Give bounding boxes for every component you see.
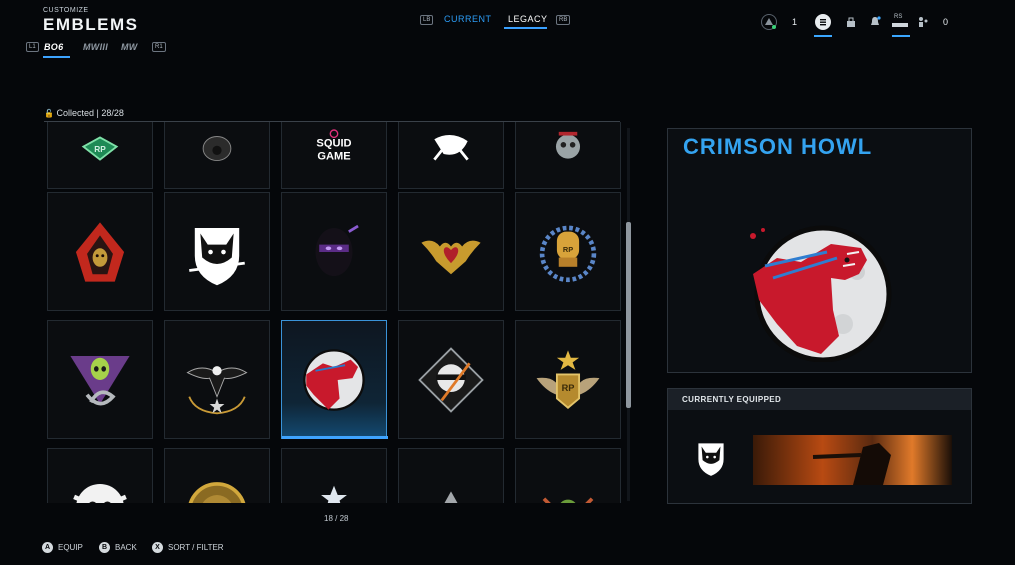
star-wings-icon (321, 485, 347, 503)
party-count: 0 (943, 17, 949, 27)
l1-hint: L1 (26, 42, 39, 52)
crimson-howl-large-icon (750, 225, 892, 363)
emblem-tile-star-wings[interactable] (281, 448, 387, 503)
legacy-tab-indicator (504, 27, 547, 29)
tab-current[interactable]: CURRENT (444, 14, 492, 24)
game-tab-indicator (43, 56, 70, 58)
profile-card-icon[interactable] (892, 23, 908, 27)
lb-hint: LB (420, 15, 434, 25)
skull-crown-icon (555, 131, 581, 159)
sort-filter-label: SORT / FILTER (168, 543, 224, 552)
emblem-tile-rp-badge-green[interactable]: RP (47, 122, 153, 189)
lock-icon: 🔓 (44, 109, 54, 118)
sort-filter-action[interactable]: X SORT / FILTER (152, 542, 224, 553)
hooded-reaper-icon (75, 221, 125, 282)
green-crest-icon (542, 496, 594, 503)
equipped-calling-card[interactable] (753, 435, 952, 485)
emblem-tile-green-crest[interactable] (515, 448, 621, 503)
equipped-emblem[interactable] (690, 436, 732, 478)
grey-shard-icon (444, 490, 458, 503)
rb-hint: RB (556, 15, 571, 25)
boxing-glove-rp-icon: RP (539, 225, 597, 282)
emblem-tile-grey-shard[interactable] (398, 448, 504, 503)
squid-game-icon: SQUIDGAME (316, 128, 352, 162)
rs-hint: RS (894, 14, 903, 20)
emblem-preview (747, 214, 895, 363)
collected-status: 🔓 Collected | 28/28 (44, 108, 124, 118)
scrollbar-thumb[interactable] (626, 222, 631, 408)
winged-rp-icon: RP (536, 349, 600, 409)
emblem-tile-gas-mask[interactable] (164, 122, 270, 189)
emblem-tile-alien-snake[interactable] (47, 320, 153, 439)
svg-text:GAME: GAME (317, 150, 350, 162)
crimson-howl-icon (303, 348, 365, 411)
selection-bar (282, 436, 388, 439)
r1-hint: R1 (152, 42, 166, 52)
equipped-wolf-icon (698, 443, 724, 476)
a-button-icon: A (42, 542, 53, 553)
emblem-tile-bat-heart[interactable] (398, 192, 504, 311)
rank-icon[interactable] (761, 14, 777, 30)
b-button-icon: B (99, 542, 110, 553)
emblem-tile-skull-cross[interactable] (47, 448, 153, 503)
emblem-grid: RP SQUID GAME RP RP (44, 122, 624, 503)
emblem-tile-boxing-glove-rp[interactable]: RP (515, 192, 621, 311)
store-icon[interactable] (845, 16, 857, 30)
party-icon[interactable] (917, 16, 929, 30)
bell-icon[interactable] (869, 16, 881, 30)
gold-medallion-icon (188, 481, 246, 503)
eagle-star-icon (186, 365, 248, 414)
menu-indicator (814, 35, 832, 37)
alien-snake-icon (70, 355, 130, 405)
profile-indicator (892, 35, 910, 37)
svg-text:RP: RP (563, 245, 573, 254)
tab-bo6[interactable]: BO6 (44, 42, 63, 52)
emblem-name: CRIMSON HOWL (683, 134, 873, 159)
tab-legacy[interactable]: LEGACY (508, 14, 548, 24)
emblem-tile-crimson-howl[interactable] (281, 320, 388, 439)
header-subtitle: CUSTOMIZE (43, 7, 89, 14)
tab-mwiii[interactable]: MWIII (83, 42, 108, 52)
level-value: 1 (792, 17, 798, 27)
svg-text:RP: RP (562, 383, 575, 393)
emblem-tile-eagle-star[interactable] (164, 320, 270, 439)
emblem-tile-hooded-reaper[interactable] (47, 192, 153, 311)
calling-card-figure (812, 443, 891, 485)
gas-mask-icon (202, 135, 232, 161)
skull-blade-icon (418, 346, 484, 413)
emblem-tile-squid-game[interactable]: SQUID GAME (281, 122, 387, 189)
emblem-tile-winged-rp[interactable]: RP (515, 320, 621, 439)
emblem-tile-scorpion[interactable] (398, 122, 504, 189)
equip-label: EQUIP (58, 543, 83, 552)
back-label: BACK (115, 543, 137, 552)
x-button-icon: X (152, 542, 163, 553)
page-indicator: 18 / 28 (324, 514, 349, 523)
equip-action[interactable]: A EQUIP (42, 542, 83, 553)
wolf-shield-icon (189, 227, 245, 285)
page-title: EMBLEMS (43, 15, 139, 34)
equipped-label: CURRENTLY EQUIPPED (682, 395, 782, 404)
emblem-tile-wolf-shield[interactable] (164, 192, 270, 311)
back-action[interactable]: B BACK (99, 542, 137, 553)
menu-icon[interactable] (815, 14, 831, 30)
bat-heart-icon (421, 240, 481, 274)
tab-mw[interactable]: MW (121, 42, 138, 52)
svg-text:RP: RP (94, 144, 106, 154)
svg-text:SQUID: SQUID (316, 137, 351, 149)
emblem-tile-skull-crown[interactable] (515, 122, 621, 189)
rp-badge-green-icon: RP (81, 135, 119, 161)
purple-ninja-icon (315, 224, 359, 276)
skull-cross-icon (73, 483, 127, 503)
emblem-tile-gold-medallion[interactable] (164, 448, 270, 503)
collected-text: Collected | 28/28 (56, 108, 124, 118)
emblem-tile-skull-blade[interactable] (398, 320, 504, 439)
emblem-tile-purple-ninja[interactable] (281, 192, 387, 311)
scorpion-icon (433, 134, 469, 160)
